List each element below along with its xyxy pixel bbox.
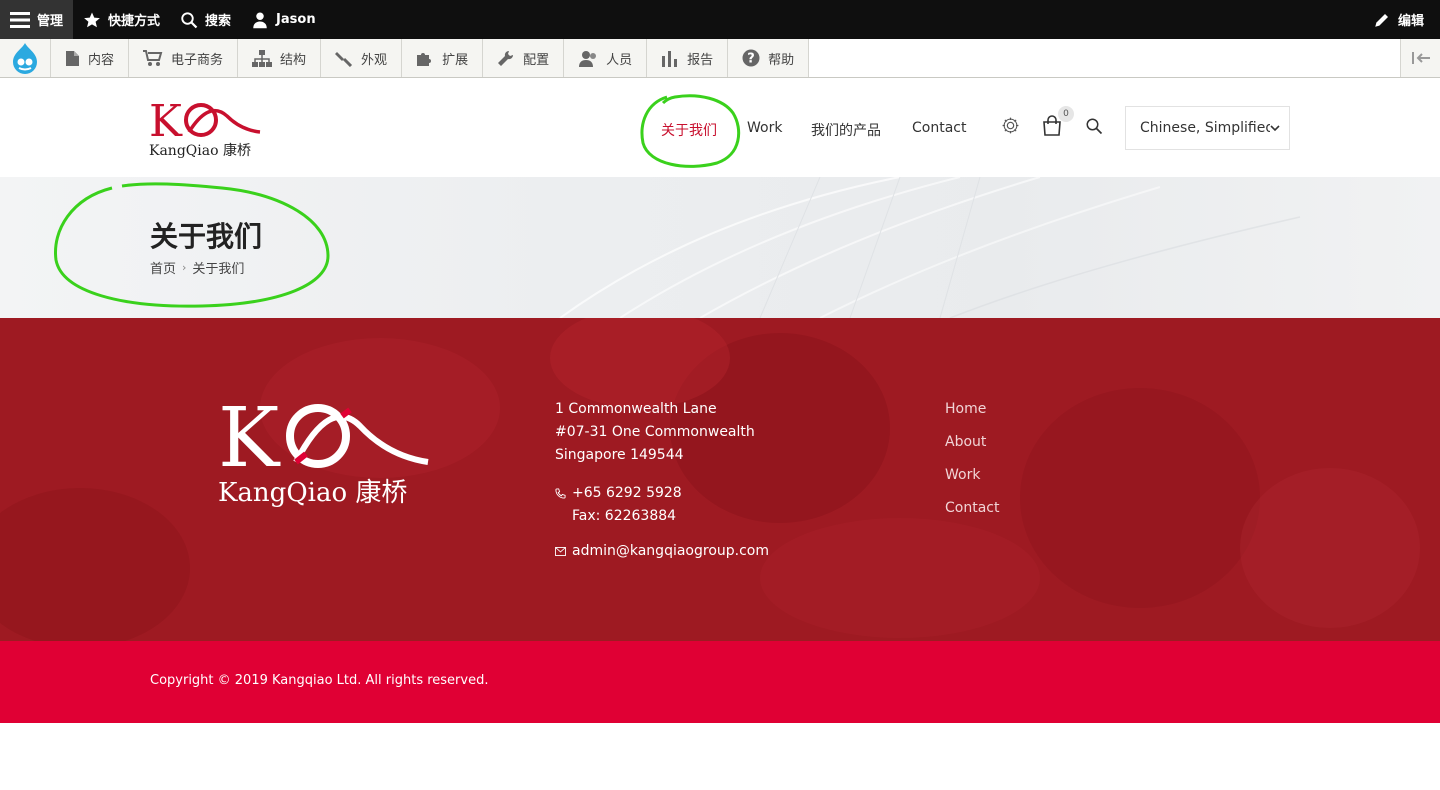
tray-item-label: 帮助 [768, 52, 795, 68]
nav-about[interactable]: 关于我们 [661, 120, 717, 140]
tray-item-label: 外观 [361, 52, 388, 68]
email-address[interactable]: admin@kangqiaogroup.com [572, 543, 769, 559]
drupal-logo[interactable] [0, 39, 51, 77]
star-icon [84, 12, 100, 27]
footer-background-photo [0, 318, 1420, 641]
footer-logo-text: KangQiao 康桥 [218, 478, 408, 508]
address-line-2: #07-31 One Commonwealth [555, 424, 755, 440]
user-icon [253, 12, 267, 28]
address-line-3: Singapore 149544 [555, 447, 684, 463]
nav-products[interactable]: 我们的产品 [811, 120, 881, 140]
tray-item-help[interactable]: ? 帮助 [728, 39, 810, 77]
breadcrumb-separator: › [182, 261, 187, 274]
admin-manage-label: 管理 [37, 14, 64, 29]
copyright-text: Copyright © 2019 Kangqiao Ltd. All right… [150, 673, 489, 688]
address-line-1: 1 Commonwealth Lane [555, 401, 717, 417]
hamburger-icon [10, 11, 30, 28]
admin-search-label: 搜索 [205, 14, 232, 29]
collapse-left-icon [1411, 52, 1430, 64]
phone-number[interactable]: +65 6292 5928 [572, 482, 682, 505]
admin-user-button[interactable]: Jason [241, 0, 326, 39]
admin-tray: 内容 电子商务 结构 外观 扩展 配置 人员 报告 ? 帮助 [0, 39, 1440, 78]
tray-item-people[interactable]: 人员 [564, 39, 648, 77]
footer-link-home[interactable]: Home [945, 398, 999, 421]
tray-item-extend[interactable]: 扩展 [402, 39, 484, 77]
puzzle-icon [417, 52, 432, 66]
search-icon [1086, 118, 1103, 135]
page-title-band: 关于我们 首页 › 关于我们 [0, 177, 1440, 318]
breadcrumb-home-link[interactable]: 首页 [150, 258, 176, 277]
mail-icon [555, 546, 566, 556]
admin-manage-button[interactable]: 管理 [0, 0, 74, 39]
gear-icon [1002, 117, 1019, 134]
nav-work[interactable]: Work [747, 120, 782, 136]
brush-icon [335, 51, 353, 67]
tray-item-label: 内容 [88, 52, 115, 68]
nav-contact[interactable]: Contact [912, 120, 966, 136]
sitemap-icon [252, 49, 273, 67]
tray-item-label: 扩展 [442, 52, 469, 68]
tray-item-label: 人员 [606, 52, 633, 68]
breadcrumb-current: 关于我们 [192, 262, 245, 277]
header-search-button[interactable] [1085, 117, 1103, 139]
site-logo-text: KangQiao 康桥 [149, 143, 251, 159]
copyright-bar: Copyright © 2019 Kangqiao Ltd. All right… [0, 641, 1440, 723]
tray-empty-area [809, 39, 1401, 77]
tray-item-label: 电子商务 [171, 52, 224, 68]
admin-search-button[interactable]: 搜索 [170, 0, 241, 39]
footer-address: 1 Commonwealth Lane #07-31 One Commonwea… [555, 398, 815, 467]
tray-item-label: 结构 [280, 52, 307, 68]
tray-item-structure[interactable]: 结构 [238, 39, 322, 77]
footer-nav: Home About Work Contact [945, 398, 999, 520]
admin-user-label: Jason [276, 12, 316, 27]
fax-number: Fax: 62263884 [572, 508, 677, 524]
page-title: 关于我们 [150, 220, 263, 253]
phone-icon [555, 488, 566, 499]
chevron-down-icon [1270, 125, 1280, 132]
tray-item-reports[interactable]: 报告 [647, 39, 729, 77]
people-icon [579, 50, 597, 67]
tray-item-label: 报告 [687, 52, 714, 68]
footer-link-work[interactable]: Work [945, 464, 999, 487]
tray-item-content[interactable]: 内容 [51, 39, 130, 77]
admin-edit-label: 编辑 [1397, 14, 1424, 29]
help-icon: ? [742, 49, 760, 67]
tray-collapse-button[interactable] [1401, 39, 1440, 77]
pencil-icon [1375, 13, 1388, 27]
file-icon [66, 50, 79, 66]
svg-text:?: ? [747, 52, 755, 67]
tray-item-config[interactable]: 配置 [483, 39, 565, 77]
tray-item-appearance[interactable]: 外观 [321, 39, 403, 77]
wrench-icon [498, 50, 514, 66]
breadcrumb: 首页 › 关于我们 [150, 258, 244, 277]
footer-link-contact[interactable]: Contact [945, 497, 999, 520]
admin-shortcuts-label: 快捷方式 [108, 14, 161, 29]
admin-toolbar: 管理 快捷方式 搜索 Jason 编辑 [0, 0, 1440, 39]
site-footer: K KangQiao 康桥 1 Commonwealth Lane #07-31… [0, 318, 1440, 641]
site-header: K KangQiao 康桥 关于我们 Work 我们的产品 Contact 0 … [0, 78, 1440, 177]
svg-text:K: K [218, 396, 281, 474]
cart-count-badge: 0 [1058, 106, 1074, 122]
bar-chart-icon [662, 50, 678, 67]
admin-edit-button[interactable]: 编辑 [1363, 0, 1440, 39]
language-select-value: Chinese, Simplified [1140, 120, 1270, 136]
footer-email: admin@kangqiaogroup.com [555, 543, 769, 559]
admin-shortcuts-button[interactable]: 快捷方式 [73, 0, 170, 39]
kangqiao-logo-mark-white: K [218, 391, 429, 486]
site-logo[interactable]: K KangQiao 康桥 [149, 96, 264, 160]
kangqiao-logo-mark: K [149, 96, 261, 147]
settings-button[interactable] [1001, 116, 1020, 139]
svg-text:K: K [149, 98, 183, 140]
footer-phone: +65 6292 5928 Fax: 62263884 [555, 482, 682, 528]
footer-link-about[interactable]: About [945, 431, 999, 454]
tray-item-label: 配置 [523, 52, 550, 68]
tray-item-commerce[interactable]: 电子商务 [129, 39, 239, 77]
language-select[interactable]: Chinese, Simplified [1125, 106, 1290, 150]
footer-logo[interactable]: K KangQiao 康桥 [218, 391, 433, 508]
cart-icon [143, 49, 163, 66]
drupal-drop-icon [13, 43, 37, 74]
search-icon [181, 11, 198, 28]
